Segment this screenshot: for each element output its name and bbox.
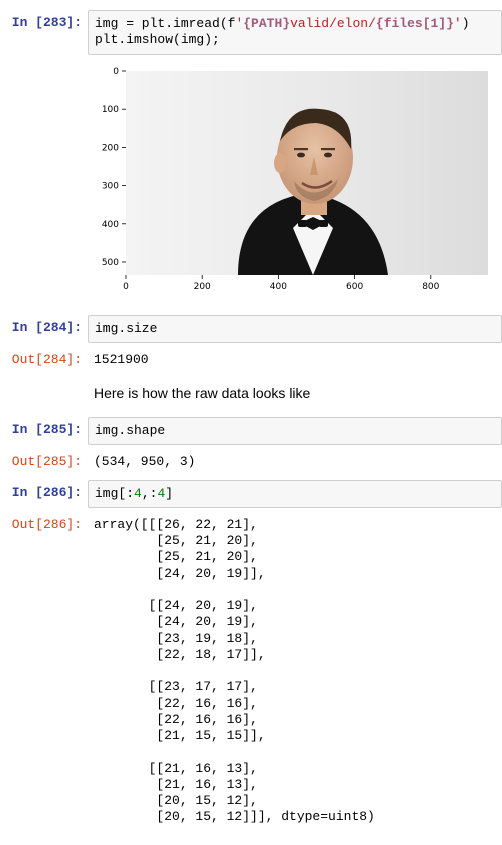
cell-content: img.shape	[88, 417, 502, 445]
code-input[interactable]: img.size	[88, 315, 502, 343]
output-prompt: Out[286]:	[0, 512, 88, 538]
output-area: 1521900	[88, 347, 502, 373]
cell-content: Here is how the raw data looks like	[88, 377, 502, 413]
output-cell-285: Out[285]: (534, 950, 3)	[0, 449, 502, 475]
y-tick-label: 400	[102, 219, 119, 229]
empty-prompt	[0, 377, 88, 387]
code-input[interactable]: img.shape	[88, 417, 502, 445]
x-tick-label: 200	[194, 282, 211, 292]
x-tick-label: 0	[123, 282, 129, 292]
num-literal: 4	[134, 486, 142, 501]
x-axis: 0 200 400 600 800	[123, 275, 440, 292]
output-text: array([[[26, 22, 21], [25, 21, 20], [25,…	[88, 512, 502, 831]
code-cell-284: In [284]: img.size	[0, 315, 502, 343]
code-text: ,:	[142, 486, 158, 501]
x-tick-label: 600	[346, 282, 363, 292]
output-cell-286: Out[286]: array([[[26, 22, 21], [25, 21,…	[0, 512, 502, 831]
y-tick-label: 100	[102, 105, 119, 115]
code-cell-285: In [285]: img.shape	[0, 417, 502, 445]
cell-content: img = plt.imread(f ' {PATH}valid/elon/{fil…	[88, 10, 502, 55]
string-close: '	[454, 16, 462, 31]
y-tick-label: 0	[113, 67, 119, 77]
x-tick-label: 800	[422, 282, 439, 292]
string-mid: valid/elon/	[290, 16, 376, 31]
cell-content: img[:4,:4]	[88, 480, 502, 508]
markdown-cell: Here is how the raw data looks like	[0, 377, 502, 413]
code-fragment: img = plt.imread(f	[95, 16, 235, 31]
fstring-expr: {files[1]}	[376, 16, 454, 31]
code-text: ]	[165, 486, 173, 501]
output-area: 0 200 400 600 800 0 100 20	[88, 59, 502, 311]
code-text: img[:	[95, 486, 134, 501]
output-cell-284: Out[284]: 1521900	[0, 347, 502, 373]
y-axis: 0 100 200 300 400 500	[102, 67, 126, 268]
y-tick-label: 500	[102, 258, 119, 268]
code-cell-283: In [283]: img = plt.imread(f ' {PATH}valid…	[0, 10, 502, 55]
y-tick-label: 300	[102, 181, 119, 191]
code-input[interactable]: img[:4,:4]	[88, 480, 502, 508]
code-cell-286: In [286]: img[:4,:4]	[0, 480, 502, 508]
cell-content: img.size	[88, 315, 502, 343]
output-prompt: Out[284]:	[0, 347, 88, 373]
output-text: (534, 950, 3)	[88, 449, 502, 475]
empty-prompt	[0, 59, 88, 69]
input-prompt: In [286]:	[0, 480, 88, 506]
y-tick-label: 200	[102, 143, 119, 153]
fstring-expr: {PATH}	[243, 16, 290, 31]
code-input[interactable]: img = plt.imread(f ' {PATH}valid/elon/{fil…	[88, 10, 502, 55]
markdown-text: Here is how the raw data looks like	[88, 377, 502, 413]
plot-svg: 0 200 400 600 800 0 100 20	[88, 63, 498, 311]
input-prompt: In [284]:	[0, 315, 88, 341]
matplotlib-figure: 0 200 400 600 800 0 100 20	[88, 63, 498, 311]
input-prompt: In [285]:	[0, 417, 88, 443]
output-prompt: Out[285]:	[0, 449, 88, 475]
image-area	[126, 71, 488, 275]
output-area: (534, 950, 3)	[88, 449, 502, 475]
x-tick-label: 400	[270, 282, 287, 292]
output-text: 1521900	[88, 347, 502, 373]
output-area: array([[[26, 22, 21], [25, 21, 20], [25,…	[88, 512, 502, 831]
output-cell-283: 0 200 400 600 800 0 100 20	[0, 59, 502, 311]
input-prompt: In [283]:	[0, 10, 88, 36]
